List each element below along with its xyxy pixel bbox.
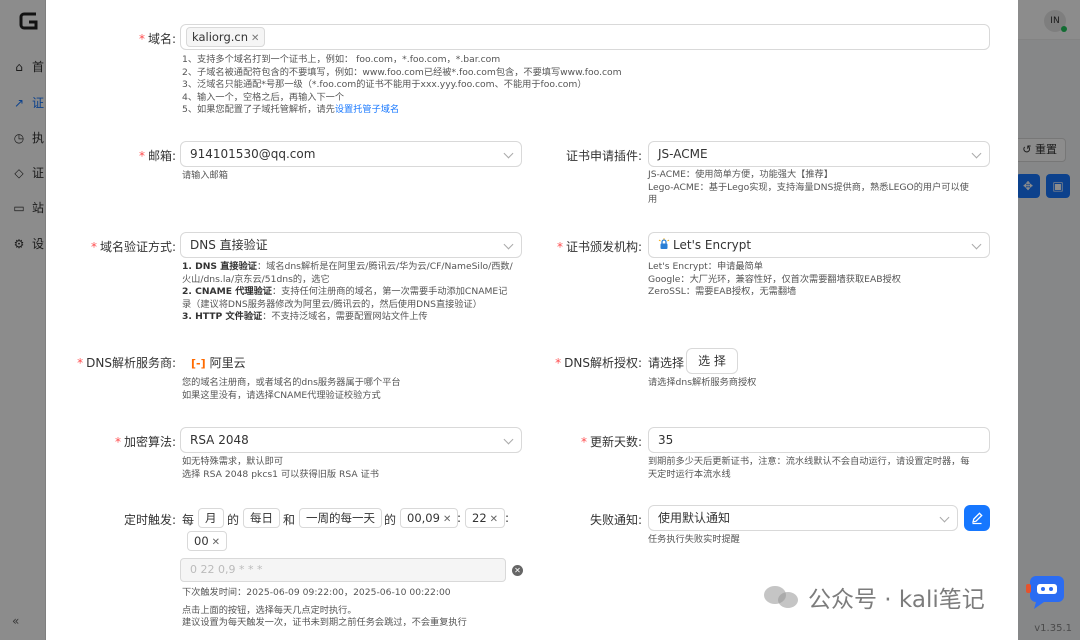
domain-help: 1、支持多个域名打到一个证书上，例如： foo.com，*.foo.com，*.… bbox=[182, 54, 622, 116]
schedule-second-select[interactable]: 00 ✕ bbox=[187, 531, 228, 551]
algo-select[interactable]: RSA 2048 bbox=[180, 427, 522, 453]
email-help: 请输入邮箱 bbox=[182, 170, 228, 181]
dns-provider-label: * DNS解析服务商: bbox=[77, 356, 176, 370]
email-field[interactable]: 914101530@qq.com bbox=[180, 141, 522, 167]
chevron-down-icon bbox=[503, 148, 514, 159]
plugin-select[interactable]: JS-ACME bbox=[648, 141, 990, 167]
notify-label: 失败通知: bbox=[589, 513, 642, 527]
schedule-word-of-2: 的 bbox=[384, 513, 397, 527]
domain-input[interactable]: kaliorg.cn ✕ bbox=[180, 24, 990, 50]
close-icon[interactable]: ✕ bbox=[443, 514, 451, 525]
renew-days-label: * 更新天数: bbox=[580, 435, 642, 449]
domain-label: * 域名: bbox=[138, 32, 176, 46]
domain-tag: kaliorg.cn ✕ bbox=[186, 27, 266, 47]
dns-provider-help: 您的域名注册商，或者域名的dns服务器属于哪个平台 如果这里没有，请选择CNAM… bbox=[182, 377, 401, 401]
close-icon[interactable]: ✕ bbox=[212, 537, 220, 548]
letsencrypt-icon bbox=[658, 238, 670, 249]
algo-help: 如无特殊需求，默认即可 选择 RSA 2048 pkcs1 可以获得旧版 RSA… bbox=[182, 456, 379, 480]
renew-days-input[interactable]: 35 bbox=[648, 427, 990, 453]
verify-method-select[interactable]: DNS 直接验证 bbox=[180, 232, 522, 258]
notify-select[interactable]: 使用默认通知 bbox=[648, 505, 958, 531]
schedule-label: 定时触发: bbox=[123, 513, 176, 527]
edit-notify-button[interactable] bbox=[964, 505, 990, 531]
aliyun-icon: [-] bbox=[191, 357, 206, 370]
schedule-hour-select[interactable]: 00,09 ✕ bbox=[400, 508, 459, 528]
wechat-watermark: 公众号 · kali笔记 bbox=[764, 580, 985, 614]
close-icon[interactable]: ✕ bbox=[490, 514, 498, 525]
chevron-down-icon bbox=[939, 512, 950, 523]
chevron-down-icon bbox=[503, 434, 514, 445]
dns-auth-prompt: 请选择 bbox=[648, 356, 685, 370]
verify-method-label: * 域名验证方式: bbox=[90, 240, 176, 254]
schedule-month-select[interactable]: 月 bbox=[198, 508, 224, 528]
ca-select[interactable]: Let's Encrypt bbox=[648, 232, 990, 258]
notify-help: 任务执行失败实时提醒 bbox=[648, 534, 740, 545]
schedule-word-every: 每 bbox=[182, 513, 195, 527]
schedule-week-select[interactable]: 一周的每一天 bbox=[299, 508, 382, 528]
clear-icon[interactable]: ✕ bbox=[512, 565, 523, 576]
dns-auth-label: * DNS解析授权: bbox=[555, 356, 642, 370]
algo-label: * 加密算法: bbox=[114, 435, 176, 449]
email-label: * 邮箱: bbox=[138, 149, 176, 163]
schedule-minute-select[interactable]: 22 ✕ bbox=[465, 508, 506, 528]
schedule-colon-2: : bbox=[505, 511, 510, 525]
ca-label: * 证书颁发机构: bbox=[556, 240, 642, 254]
schedule-help: 下次触发时间：2025-06-09 09:22:00，2025-06-10 00… bbox=[182, 587, 467, 629]
chevron-down-icon bbox=[971, 239, 982, 250]
chevron-down-icon bbox=[971, 148, 982, 159]
chevron-down-icon bbox=[503, 239, 514, 250]
schedule-word-of: 的 bbox=[227, 513, 240, 527]
plugin-help: JS-ACME：使用简单方便，功能强大【推荐】 Lego-ACME：基于Lego… bbox=[648, 169, 969, 206]
ca-help: Let's Encrypt：申请最简单 Google：大厂光环，兼容性好，仅首次… bbox=[648, 261, 901, 298]
chat-bubble-icon bbox=[1024, 574, 1068, 610]
renew-days-help: 到期前多少天后更新证书，注意：流水线默认不会自动运行，请设置定时器，每 天定时运… bbox=[648, 456, 970, 480]
verify-method-help: 1. DNS 直接验证：域名dns解析是在阿里云/腾讯云/华为云/CF/Name… bbox=[182, 261, 513, 323]
close-icon[interactable]: ✕ bbox=[251, 33, 259, 44]
cert-form-modal: * 域名: kaliorg.cn ✕ 1、支持多个域名打到一个证书上，例如： foo… bbox=[46, 0, 1018, 640]
plugin-label: 证书申请插件: bbox=[565, 149, 642, 163]
select-auth-button[interactable]: 选 择 bbox=[686, 348, 738, 374]
wechat-logo-icon bbox=[764, 582, 800, 612]
schedule-word-and: 和 bbox=[283, 513, 296, 527]
schedule-colon: : bbox=[457, 511, 462, 525]
schedule-day-select[interactable]: 每日 bbox=[243, 508, 280, 528]
set-subdomain-link[interactable]: 设置托管子域名 bbox=[335, 104, 399, 115]
pencil-icon bbox=[972, 512, 983, 525]
cron-input[interactable]: 0 22 0,9 * * * bbox=[180, 558, 506, 582]
dns-auth-help: 请选择dns解析服务商授权 bbox=[648, 377, 757, 388]
dns-provider-select[interactable]: [-] 阿里云 bbox=[191, 354, 246, 371]
